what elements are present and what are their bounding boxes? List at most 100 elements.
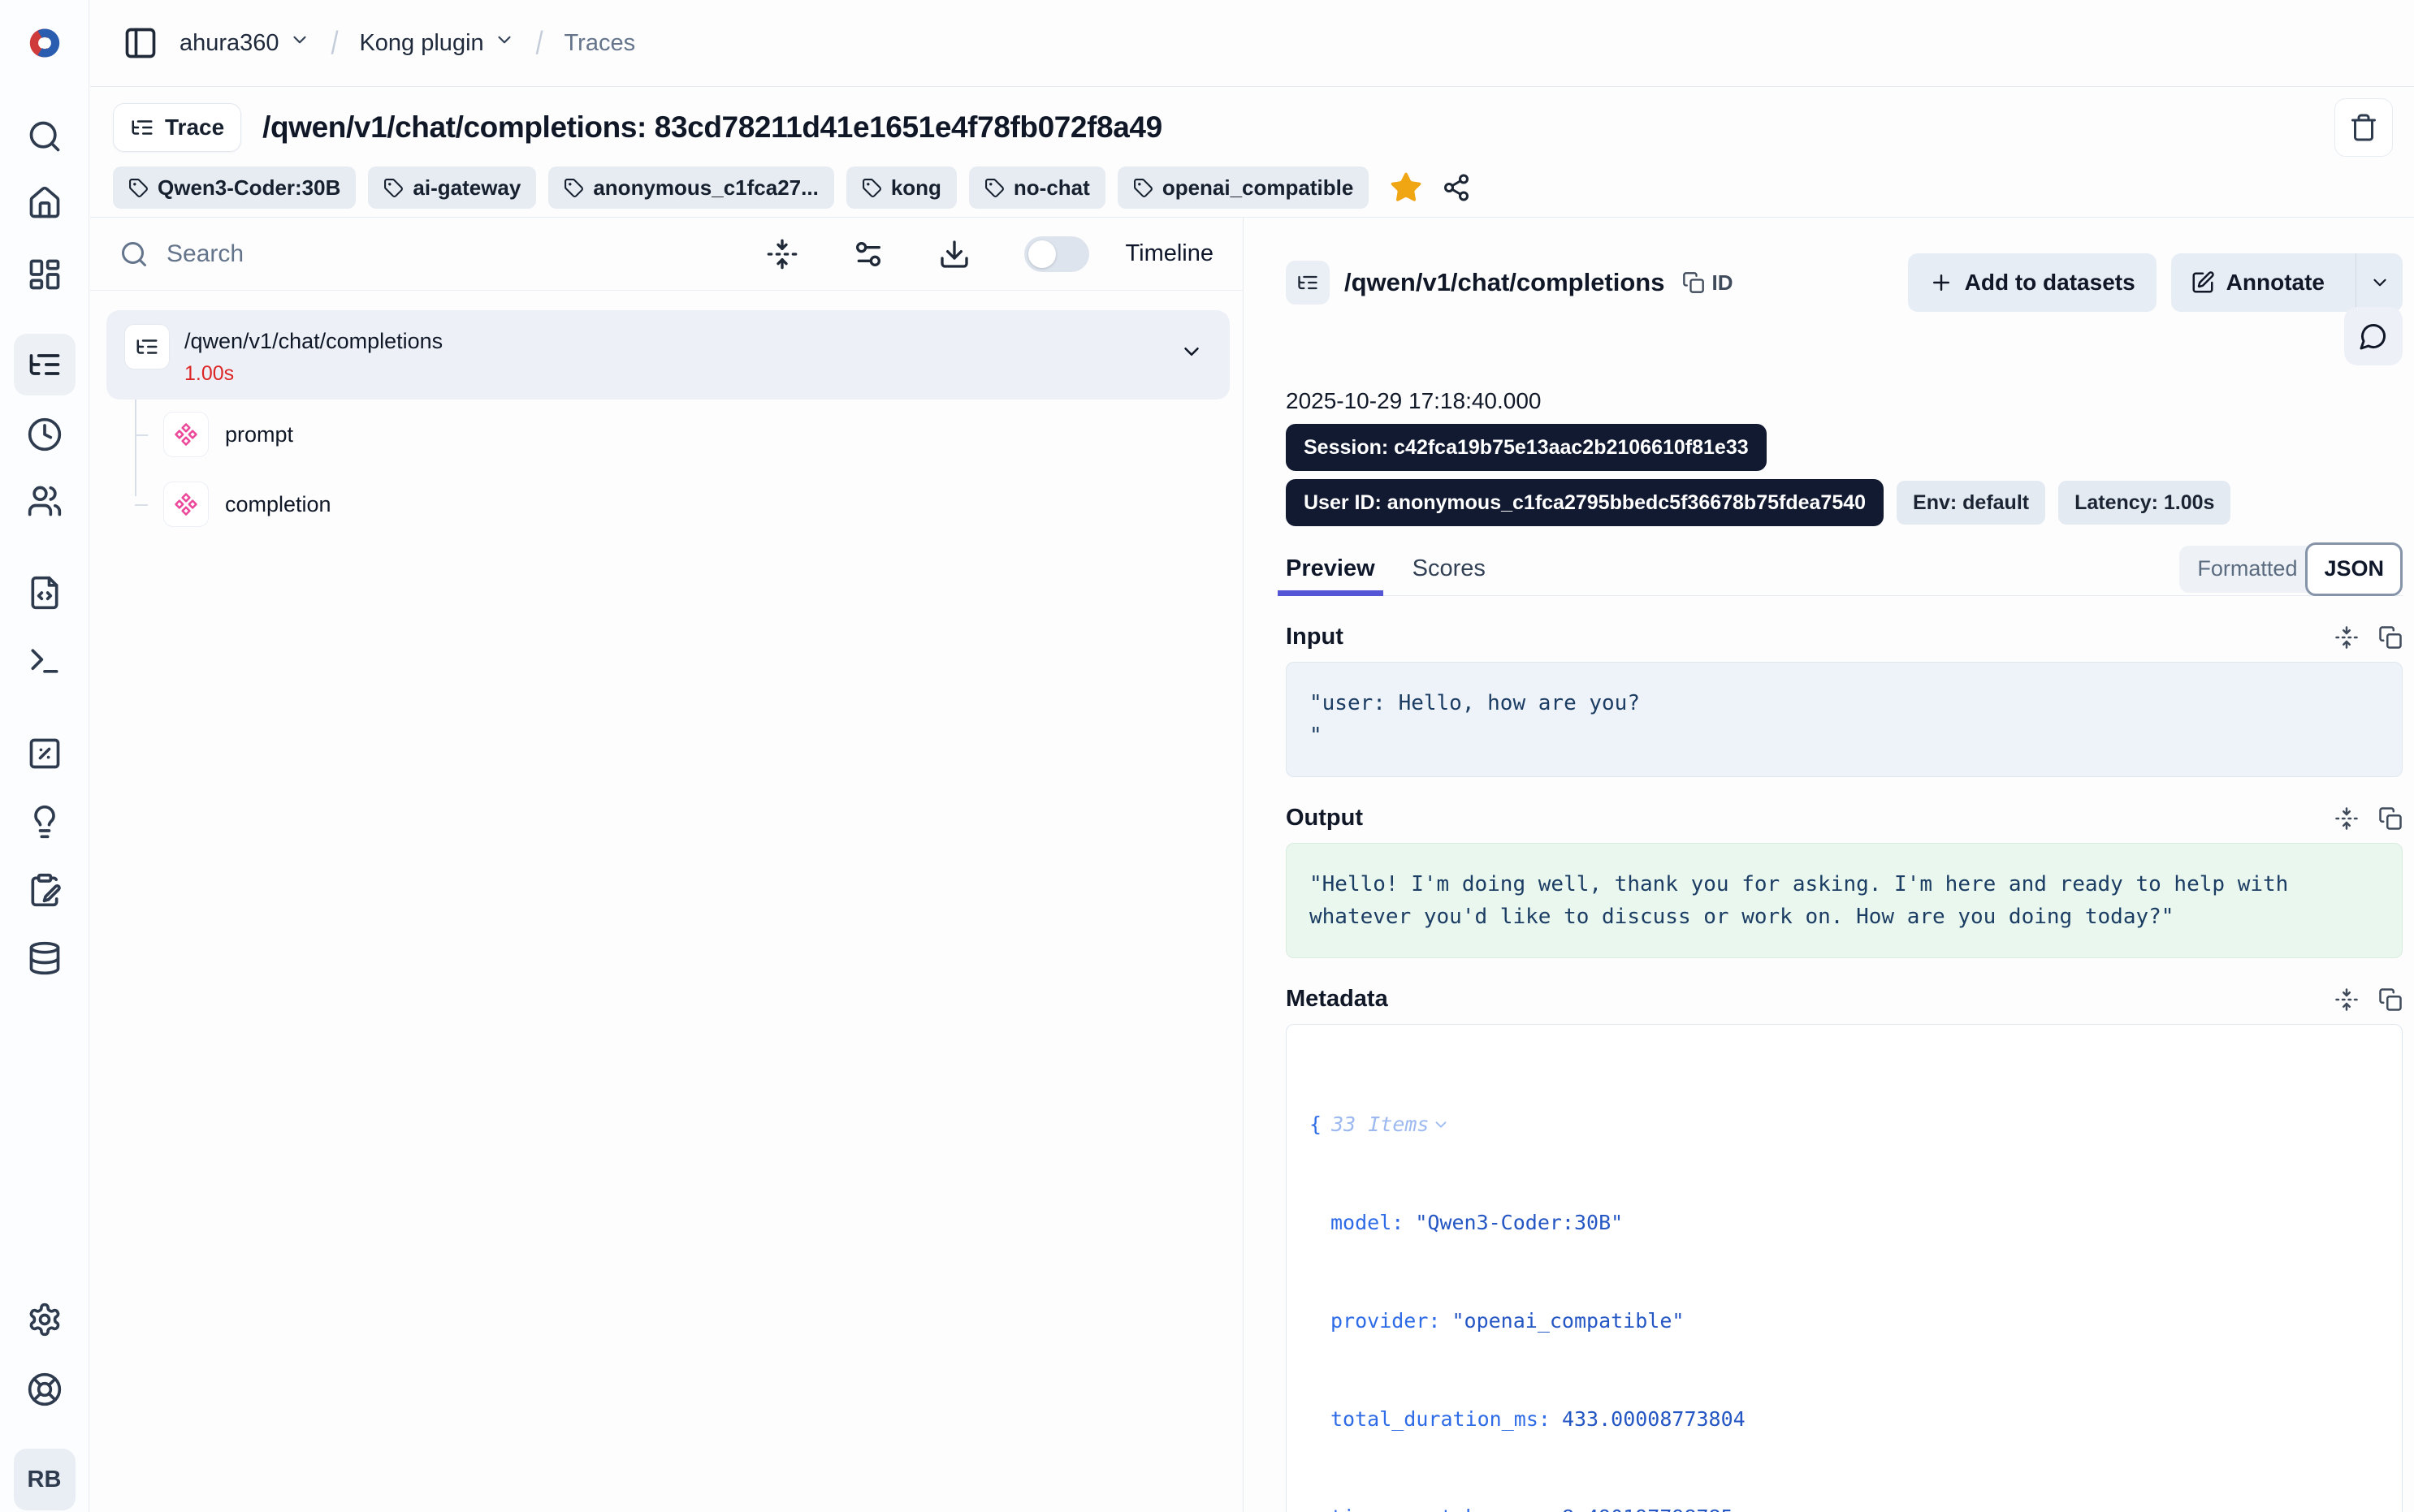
insights-lightbulb-icon[interactable] [14,791,76,853]
sessions-clock-icon[interactable] [14,404,76,465]
tag-chip[interactable]: no-chat [969,166,1105,209]
tab-preview[interactable]: Preview [1286,542,1375,595]
copy-icon[interactable] [2378,806,2403,831]
app-logo [14,12,76,74]
format-toggle-json[interactable]: JSON [2305,542,2403,596]
share-button[interactable] [1442,173,1471,202]
tab-scores[interactable]: Scores [1412,542,1486,595]
tree-root-row[interactable]: /qwen/v1/chat/completions 1.00s [106,310,1230,400]
metadata-section-icons [2334,987,2403,1012]
prompts-file-code-icon[interactable] [14,562,76,624]
breadcrumb-current-page[interactable]: Traces [565,30,636,57]
json-line: model:"Qwen3-Coder:30B" [1309,1206,2379,1239]
trace-detail-panel: /qwen/v1/chat/completions ID Add to data… [1243,218,2414,1512]
timeline-toggle[interactable] [1024,236,1089,272]
env-badge: Env: default [1897,481,2045,525]
list-tree-icon [130,115,154,140]
trace-type-badge: Trace [113,103,241,152]
collapse-all-button[interactable] [766,238,798,270]
playground-terminal-icon[interactable] [14,630,76,692]
evaluation-percent-icon[interactable] [14,723,76,784]
download-icon [938,238,971,270]
tag-label: Qwen3-Coder:30B [158,175,340,201]
breadcrumb-org-label: ahura360 [180,30,279,57]
sidebar-toggle-icon[interactable] [123,25,158,61]
collapse-node-button[interactable] [1179,339,1204,364]
tag-chip[interactable]: anonymous_c1fca27... [548,166,833,209]
breadcrumb-project[interactable]: Kong plugin [359,29,514,57]
search-input[interactable] [167,240,712,268]
topbar: ahura360 / Kong plugin / Traces [90,0,2414,87]
tag-chip[interactable]: ai-gateway [368,166,536,209]
trace-type-label: Trace [165,114,224,140]
trash-icon [2349,113,2378,142]
annotate-label: Annotate [2226,270,2325,296]
event-node-badge [163,482,209,527]
chevron-down-icon [2369,272,2390,293]
search-icon[interactable] [14,106,76,167]
toggle-knob [1028,240,1056,268]
comments-button[interactable] [2344,307,2403,365]
tree-child-row[interactable]: prompt [106,400,1230,469]
datasets-database-icon[interactable] [14,927,76,989]
tag-icon [128,178,149,198]
home-icon[interactable] [14,172,76,234]
settings-gear-icon[interactable] [14,1289,76,1350]
add-to-datasets-button[interactable]: Add to datasets [1908,253,2157,312]
session-badge[interactable]: Session: c42fca19b75e13aac2b2106610f81e3… [1286,424,1767,471]
output-section: Output "Hello! I'm doing well, thank you… [1286,805,2403,958]
support-lifebuoy-icon[interactable] [14,1359,76,1420]
trace-header: Trace /qwen/v1/chat/completions: 83cd782… [90,87,2414,218]
users-icon[interactable] [14,470,76,532]
annotate-dropdown-button[interactable] [2356,253,2403,312]
trace-node-badge [124,324,170,369]
fold-vertical-icon[interactable] [2334,625,2359,650]
tree-child-row[interactable]: completion [106,469,1230,539]
json-line: {33 Items [1309,1108,2379,1141]
event-component-icon [174,492,198,516]
annotation-clipboard-icon[interactable] [14,859,76,921]
star-icon [1389,171,1423,205]
tree-root-title: /qwen/v1/chat/completions [184,324,443,354]
tree-child-label: completion [225,492,331,517]
tag-icon [564,178,584,198]
format-toggle-formatted[interactable]: Formatted [2197,556,2305,581]
delete-trace-button[interactable] [2334,98,2393,157]
tag-chip[interactable]: openai_compatible [1118,166,1369,209]
avatar-initials: RB [28,1467,62,1493]
tag-chip[interactable]: kong [846,166,957,209]
sliders-icon [852,238,885,270]
download-button[interactable] [938,238,971,270]
copy-icon[interactable] [2378,987,2403,1012]
annotate-button[interactable]: Annotate [2171,253,2344,312]
tracing-icon[interactable] [14,334,76,395]
fold-vertical-icon[interactable] [2334,806,2359,831]
list-tree-icon [135,335,159,359]
page-title: /qwen/v1/chat/completions: 83cd78211d41e… [262,110,1162,145]
square-pen-icon [2191,270,2215,295]
comment-row [1286,307,2403,365]
input-section: Input "user: Hello, how are you? " [1286,624,2403,777]
tag-chip[interactable]: Qwen3-Coder:30B [113,166,356,209]
copy-id-button[interactable]: ID [1682,270,1733,296]
copy-icon[interactable] [2378,625,2403,650]
fold-vertical-icon[interactable] [2334,987,2359,1012]
user-id-badge[interactable]: User ID: anonymous_c1fca2795bbedc5f36678… [1286,479,1884,526]
bookmark-star-button[interactable] [1389,171,1423,205]
latency-badge: Latency: 1.00s [2058,481,2230,525]
search-icon [119,240,149,269]
dashboard-icon[interactable] [14,244,76,305]
breadcrumb-org[interactable]: ahura360 [180,29,310,57]
tree-child-label: prompt [225,422,293,447]
metadata-section: Metadata {33 Items model:"Qwen3-Coder:30… [1286,986,2403,1512]
trace-tree-panel: Timeline /qwen/v1/chat/completions 1.00s… [90,218,1243,1512]
tree-settings-button[interactable] [852,238,885,270]
output-section-icons [2334,806,2403,831]
json-expand-chevron[interactable] [1432,1116,1450,1134]
detail-actions: Add to datasets Annotate [1908,253,2403,312]
left-rail: RB [0,0,89,1512]
metadata-section-header: Metadata [1286,986,2403,1013]
app: RB ahura360 / Kong plugin / Traces Trace… [0,0,2414,1512]
user-avatar[interactable]: RB [14,1449,76,1510]
tag-icon [383,178,404,198]
